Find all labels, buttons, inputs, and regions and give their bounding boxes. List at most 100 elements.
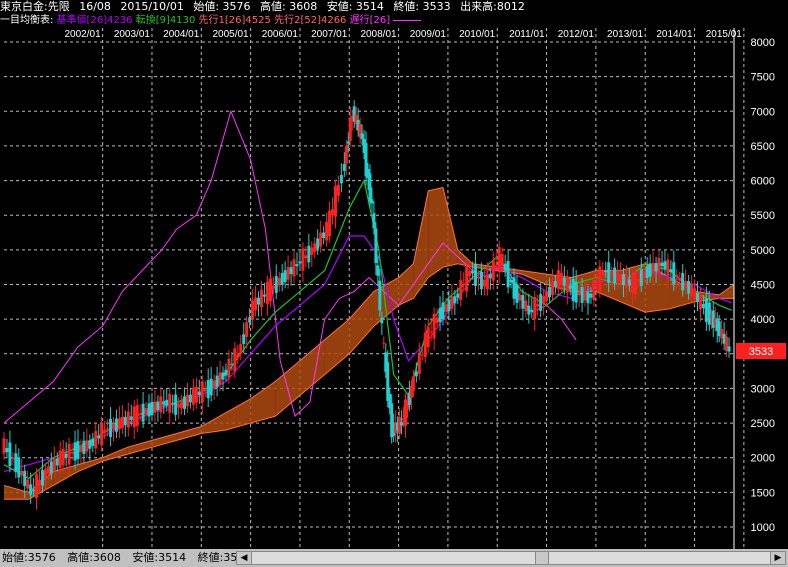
y-tick-label: 6500 bbox=[751, 141, 775, 153]
candle-body bbox=[479, 271, 483, 290]
candle-body bbox=[420, 354, 424, 356]
candle-body bbox=[346, 141, 350, 144]
candle-body bbox=[704, 298, 708, 322]
candle-body bbox=[586, 292, 590, 304]
last-price-label: 3533 bbox=[749, 346, 773, 358]
candle-body bbox=[471, 270, 475, 274]
candle-body bbox=[521, 294, 525, 309]
candle-body bbox=[129, 416, 133, 420]
candle-body bbox=[660, 262, 664, 267]
candle-body bbox=[52, 458, 56, 471]
legend-senko1: 先行1[26]4525 bbox=[198, 15, 271, 26]
y-tick-label: 8000 bbox=[751, 37, 775, 49]
y-tick-label: 4500 bbox=[751, 280, 775, 292]
candle-body bbox=[462, 284, 466, 286]
candle-body bbox=[693, 288, 697, 299]
candle-body bbox=[453, 296, 457, 304]
candle-body bbox=[368, 173, 372, 202]
candle-body bbox=[604, 270, 608, 273]
candle-body bbox=[268, 278, 272, 302]
candle-body bbox=[672, 262, 676, 285]
scroll-thumb[interactable] bbox=[535, 552, 549, 564]
candle-body bbox=[633, 272, 637, 295]
candle-body bbox=[20, 470, 24, 476]
candle-body bbox=[533, 296, 537, 320]
candle-body bbox=[565, 276, 569, 293]
scroll-right-button[interactable]: ▶ bbox=[770, 552, 785, 564]
candle-body bbox=[370, 199, 374, 204]
candle-body bbox=[589, 293, 593, 298]
candle-body bbox=[333, 186, 337, 217]
candle-body bbox=[423, 332, 427, 357]
x-tick-label: 2004/01 bbox=[163, 29, 200, 40]
candle-body bbox=[35, 474, 39, 498]
candle-body bbox=[188, 394, 192, 403]
candle-body bbox=[328, 210, 332, 237]
scroll-left-button[interactable]: ◀ bbox=[237, 552, 252, 564]
candle-body bbox=[482, 279, 486, 287]
footer-open: 始値:3576 bbox=[2, 551, 56, 564]
candle-body bbox=[698, 294, 702, 310]
candle-body bbox=[153, 401, 157, 413]
x-tick-label: 2008/01 bbox=[360, 29, 397, 40]
candle-body bbox=[515, 284, 519, 303]
y-tick-label: 2500 bbox=[751, 418, 775, 430]
y-tick-label: 5500 bbox=[751, 210, 775, 222]
x-tick-label: 2003/01 bbox=[114, 29, 151, 40]
y-tick-label: 4000 bbox=[751, 314, 775, 326]
candle-body bbox=[610, 272, 614, 276]
candle-body bbox=[55, 458, 59, 466]
candle-body bbox=[690, 284, 694, 296]
candle-body bbox=[506, 260, 510, 288]
candle-body bbox=[88, 440, 92, 449]
candle-body bbox=[331, 209, 334, 216]
candle-body bbox=[669, 269, 673, 273]
candle-body bbox=[530, 309, 534, 312]
candle-body bbox=[295, 264, 299, 267]
candle-body bbox=[97, 435, 101, 438]
candle-body bbox=[259, 289, 263, 308]
y-tick-label: 7000 bbox=[751, 106, 775, 118]
candle-body bbox=[171, 403, 175, 405]
candle-body bbox=[474, 263, 478, 286]
candle-body bbox=[138, 413, 142, 415]
candle-body bbox=[727, 346, 731, 352]
candle-body bbox=[91, 439, 95, 446]
candle-body bbox=[382, 342, 386, 344]
candle-body bbox=[265, 281, 269, 304]
candle-body bbox=[85, 440, 89, 452]
candle-body bbox=[707, 302, 711, 325]
candle-body bbox=[441, 302, 445, 320]
candle-body bbox=[38, 479, 42, 485]
legend-kijun: 基準値[26]4236 bbox=[56, 15, 133, 26]
candle-body bbox=[49, 461, 53, 474]
candle-body bbox=[292, 259, 296, 277]
legend-prefix: 一目均衡表: bbox=[0, 15, 54, 26]
candle-body bbox=[206, 380, 210, 399]
y-tick-label: 1500 bbox=[751, 487, 775, 499]
candle-body bbox=[103, 430, 107, 433]
candle-body bbox=[651, 263, 655, 275]
candle-body bbox=[159, 396, 163, 413]
candle-body bbox=[319, 232, 323, 247]
candle-body bbox=[550, 281, 554, 295]
candle-body bbox=[61, 449, 65, 465]
candle-body bbox=[509, 279, 513, 283]
candle-body bbox=[616, 272, 620, 282]
horizontal-scrollbar[interactable]: ◀ ▶ bbox=[236, 551, 786, 565]
candle-body bbox=[429, 331, 433, 333]
y-tick-label: 2000 bbox=[751, 453, 775, 465]
quote-date: 2015/10/01 bbox=[120, 0, 184, 13]
candle-body bbox=[79, 445, 83, 452]
candle-body bbox=[325, 221, 329, 241]
candle-body bbox=[289, 267, 293, 275]
candle-body bbox=[248, 317, 252, 323]
candle-body bbox=[642, 270, 646, 279]
status-bar: 始値:3576 高値:3608 安値:3514 終値:3533 ◀ ▶ bbox=[0, 549, 788, 567]
candle-body bbox=[23, 470, 27, 487]
candle-body bbox=[200, 381, 204, 403]
candle-body bbox=[236, 353, 240, 358]
candle-body bbox=[556, 270, 560, 290]
candle-body bbox=[574, 281, 578, 303]
candle-body bbox=[132, 406, 136, 428]
